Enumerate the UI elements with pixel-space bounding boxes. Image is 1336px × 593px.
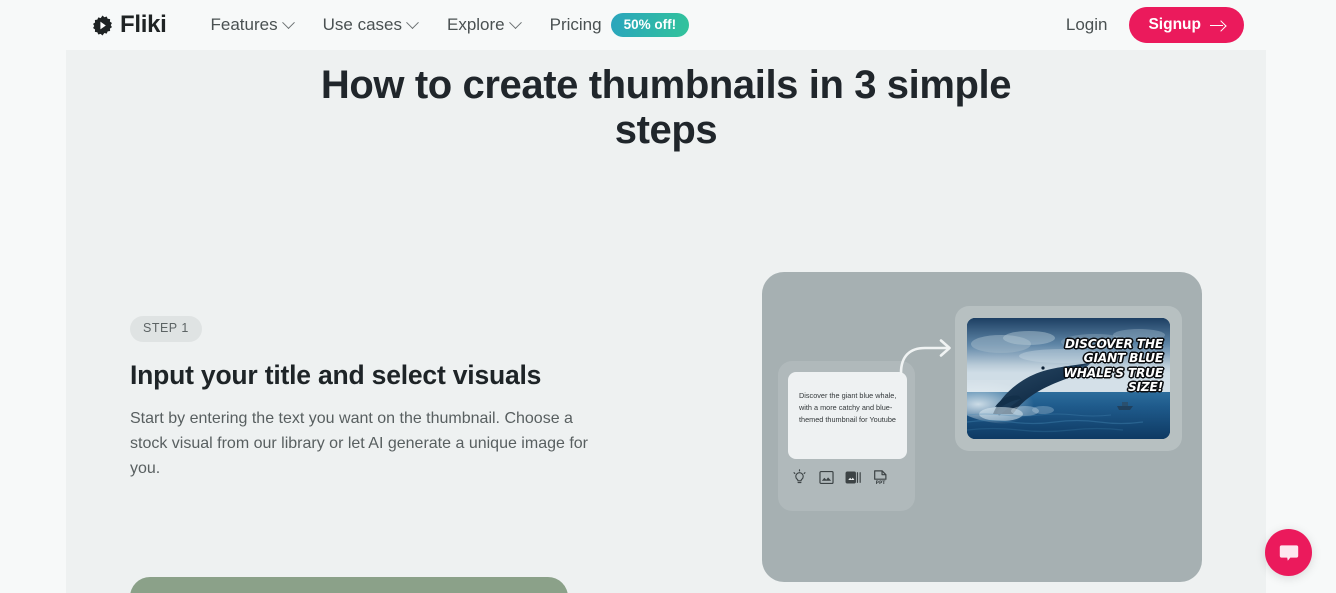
chevron-down-icon xyxy=(508,15,522,29)
page-title: How to create thumbnails in 3 simple ste… xyxy=(320,63,1012,152)
arrow-right-icon xyxy=(1210,20,1225,31)
step-section: STEP 1 Input your title and select visua… xyxy=(66,222,1266,582)
nav-item-label: Use cases xyxy=(322,15,402,34)
nav-actions: Login Signup xyxy=(1066,7,1244,43)
prompt-panel: Discover the giant blue whale, with a mo… xyxy=(778,361,915,511)
nav-links: Features Use cases Explore Pricing 50% o… xyxy=(210,12,690,38)
top-navbar: Fliki Features Use cases Explore Pricing… xyxy=(0,0,1336,50)
ppt-document-icon[interactable]: PPT xyxy=(872,469,889,486)
chat-bubble-icon xyxy=(1277,541,1301,565)
nav-item-pricing[interactable]: Pricing xyxy=(550,15,602,35)
lightbulb-icon[interactable] xyxy=(791,469,808,486)
nav-item-features[interactable]: Features xyxy=(210,15,295,35)
thumbnail-preview[interactable]: DISCOVER THE GIANT BLUE WHALE'S TRUE SIZ… xyxy=(967,318,1170,439)
step-badge: STEP 1 xyxy=(130,316,202,342)
illustration-card: Discover the giant blue whale, with a mo… xyxy=(762,272,1202,582)
step-text-block: STEP 1 Input your title and select visua… xyxy=(66,222,606,481)
nav-item-pricing-group: Pricing 50% off! xyxy=(550,12,690,38)
next-step-card[interactable] xyxy=(130,577,568,593)
nav-item-explore[interactable]: Explore xyxy=(446,15,522,35)
step-body: Start by entering the text you want on t… xyxy=(130,409,588,477)
video-slides-icon[interactable] xyxy=(845,469,862,486)
login-link[interactable]: Login xyxy=(1066,15,1108,35)
chat-widget-button[interactable] xyxy=(1265,529,1312,576)
signup-button-label: Signup xyxy=(1148,16,1201,34)
svg-text:PPT: PPT xyxy=(876,480,887,486)
gear-play-icon xyxy=(92,15,113,36)
nav-item-label: Pricing xyxy=(549,15,602,34)
prompt-card-text: Discover the giant blue whale, with a mo… xyxy=(799,391,897,424)
signup-button[interactable]: Signup xyxy=(1129,7,1244,43)
nav-item-label: Explore xyxy=(446,15,505,34)
nav-item-use-cases[interactable]: Use cases xyxy=(322,15,419,35)
promo-badge[interactable]: 50% off! xyxy=(610,12,690,38)
thumbnail-overlay-text: DISCOVER THE GIANT BLUE WHALE'S TRUE SIZ… xyxy=(1063,337,1164,395)
image-icon[interactable] xyxy=(818,469,835,486)
brand-logo[interactable]: Fliki xyxy=(92,13,167,37)
brand-name: Fliki xyxy=(120,11,167,38)
chevron-down-icon xyxy=(406,15,419,29)
chevron-down-icon xyxy=(281,15,295,29)
prompt-card[interactable]: Discover the giant blue whale, with a mo… xyxy=(788,372,907,459)
page-container: How to create thumbnails in 3 simple ste… xyxy=(66,50,1266,593)
prompt-tool-icons: PPT xyxy=(791,469,889,486)
nav-item-label: Features xyxy=(210,15,278,34)
thumbnail-frame: DISCOVER THE GIANT BLUE WHALE'S TRUE SIZ… xyxy=(955,306,1182,451)
step-heading: Input your title and select visuals xyxy=(130,359,542,390)
curved-arrow-icon xyxy=(896,334,958,376)
